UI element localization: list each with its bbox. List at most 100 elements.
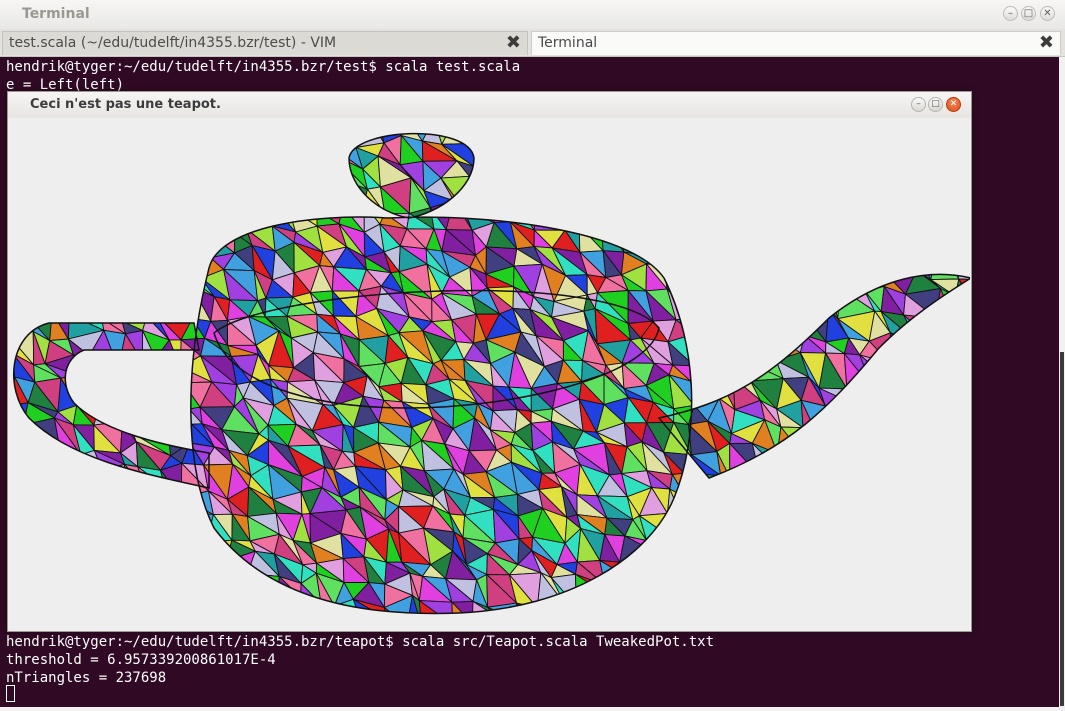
mesh-triangle [248,139,278,170]
mesh-triangle [931,551,951,576]
mesh-triangle [100,398,123,424]
mesh-triangle [906,211,943,230]
mesh-triangle [869,201,893,233]
mesh-triangle [209,550,233,588]
mesh-triangle [544,118,566,133]
mesh-triangle [669,137,700,163]
close-icon[interactable]: ✕ [1040,6,1055,21]
mesh-triangle [245,595,280,614]
mesh-triangle [674,183,697,204]
mesh-triangle [774,137,807,170]
mesh-triangle [958,550,970,574]
tab-close-icon[interactable]: ✖ [506,32,521,54]
mesh-triangle [115,232,146,251]
mesh-triangle [115,576,139,597]
mesh-triangle [748,254,783,277]
teapot-window-title: Ceci n'est pas une teapot. [30,97,221,112]
mesh-triangle [254,163,280,182]
mesh-triangle [881,586,908,607]
mesh-triangle [99,187,128,203]
mesh-triangle [245,619,266,630]
mesh-triangle [948,572,970,602]
mesh-triangle [802,572,826,602]
mesh-triangle [710,157,738,189]
mesh-triangle [927,383,950,403]
mesh-triangle [911,450,939,475]
mesh-triangle [824,597,849,614]
mesh-triangle [468,165,497,191]
mesh-triangle [205,586,233,609]
mesh-triangle [705,330,735,368]
mesh-triangle [208,135,237,156]
mesh-triangle [928,595,956,614]
mesh-triangle [234,134,256,165]
mesh-triangle [815,620,848,630]
mesh-triangle [817,268,843,290]
mesh-triangle [33,200,60,226]
scrollbar-thumb[interactable] [1060,352,1064,706]
mesh-triangle [200,620,230,630]
mesh-triangle [35,557,61,580]
mesh-triangle [13,533,37,559]
terminal-titlebar[interactable]: Terminal – □ ✕ [0,0,1065,29]
tab-vim[interactable]: test.scala (~/edu/tudelft/in4355.bzr/tes… [2,31,528,55]
minimize-icon[interactable]: – [911,97,926,112]
mesh-triangle [13,571,40,610]
mesh-triangle [309,619,346,630]
mesh-triangle [760,136,784,171]
mesh-triangle [821,488,840,521]
mesh-triangle [755,155,776,187]
mesh-triangle [507,145,543,171]
mesh-triangle [55,199,82,232]
mesh-triangle [142,249,171,281]
mesh-triangle [929,429,949,454]
mesh-triangle [729,539,758,563]
tab-close-icon[interactable]: ✖ [1039,32,1054,54]
mesh-triangle [939,224,951,244]
mesh-triangle [844,221,871,256]
mesh-triangle [573,605,600,614]
mesh-triangle [892,539,910,565]
mesh-triangle [154,279,194,296]
mesh-triangle [948,133,970,136]
mesh-triangle [778,133,798,140]
mesh-triangle [552,155,584,177]
mesh-triangle [133,575,168,602]
mesh-triangle [91,519,126,541]
mesh-triangle [76,375,103,407]
mesh-triangle [13,572,39,595]
mesh-triangle [795,178,828,212]
mesh-triangle [205,539,233,562]
mesh-triangle [88,355,120,382]
mesh-triangle [309,146,334,157]
mesh-triangle [34,593,60,614]
tab-terminal[interactable]: Terminal ✖ [531,31,1061,55]
mesh-triangle [780,312,806,337]
close-icon[interactable]: ✕ [946,97,961,112]
mesh-triangle [777,485,808,512]
mesh-triangle [864,133,895,135]
mesh-triangle [691,187,717,214]
mesh-triangle [575,595,609,614]
mesh-triangle [330,133,357,148]
mesh-triangle [46,244,80,275]
mesh-triangle [642,161,678,186]
mesh-triangle [204,586,231,609]
mesh-triangle [890,133,912,142]
render-canvas[interactable] [9,118,970,630]
teapot-titlebar[interactable]: Ceci n'est pas une teapot. – □ ✕ [8,92,971,118]
mesh-triangle [782,274,805,298]
mesh-triangle [114,157,145,181]
minimize-icon[interactable]: – [1003,6,1018,21]
mesh-triangle [639,627,663,630]
mesh-triangle [881,253,919,272]
mesh-triangle [58,627,72,630]
maximize-icon[interactable]: □ [928,97,943,112]
mesh-triangle [246,572,280,599]
maximize-icon[interactable]: □ [1021,6,1036,21]
mesh-triangle [948,605,970,614]
mesh-triangle [868,159,893,184]
mesh-triangle [946,440,970,471]
mesh-triangle [248,144,277,169]
mesh-triangle [122,118,146,132]
